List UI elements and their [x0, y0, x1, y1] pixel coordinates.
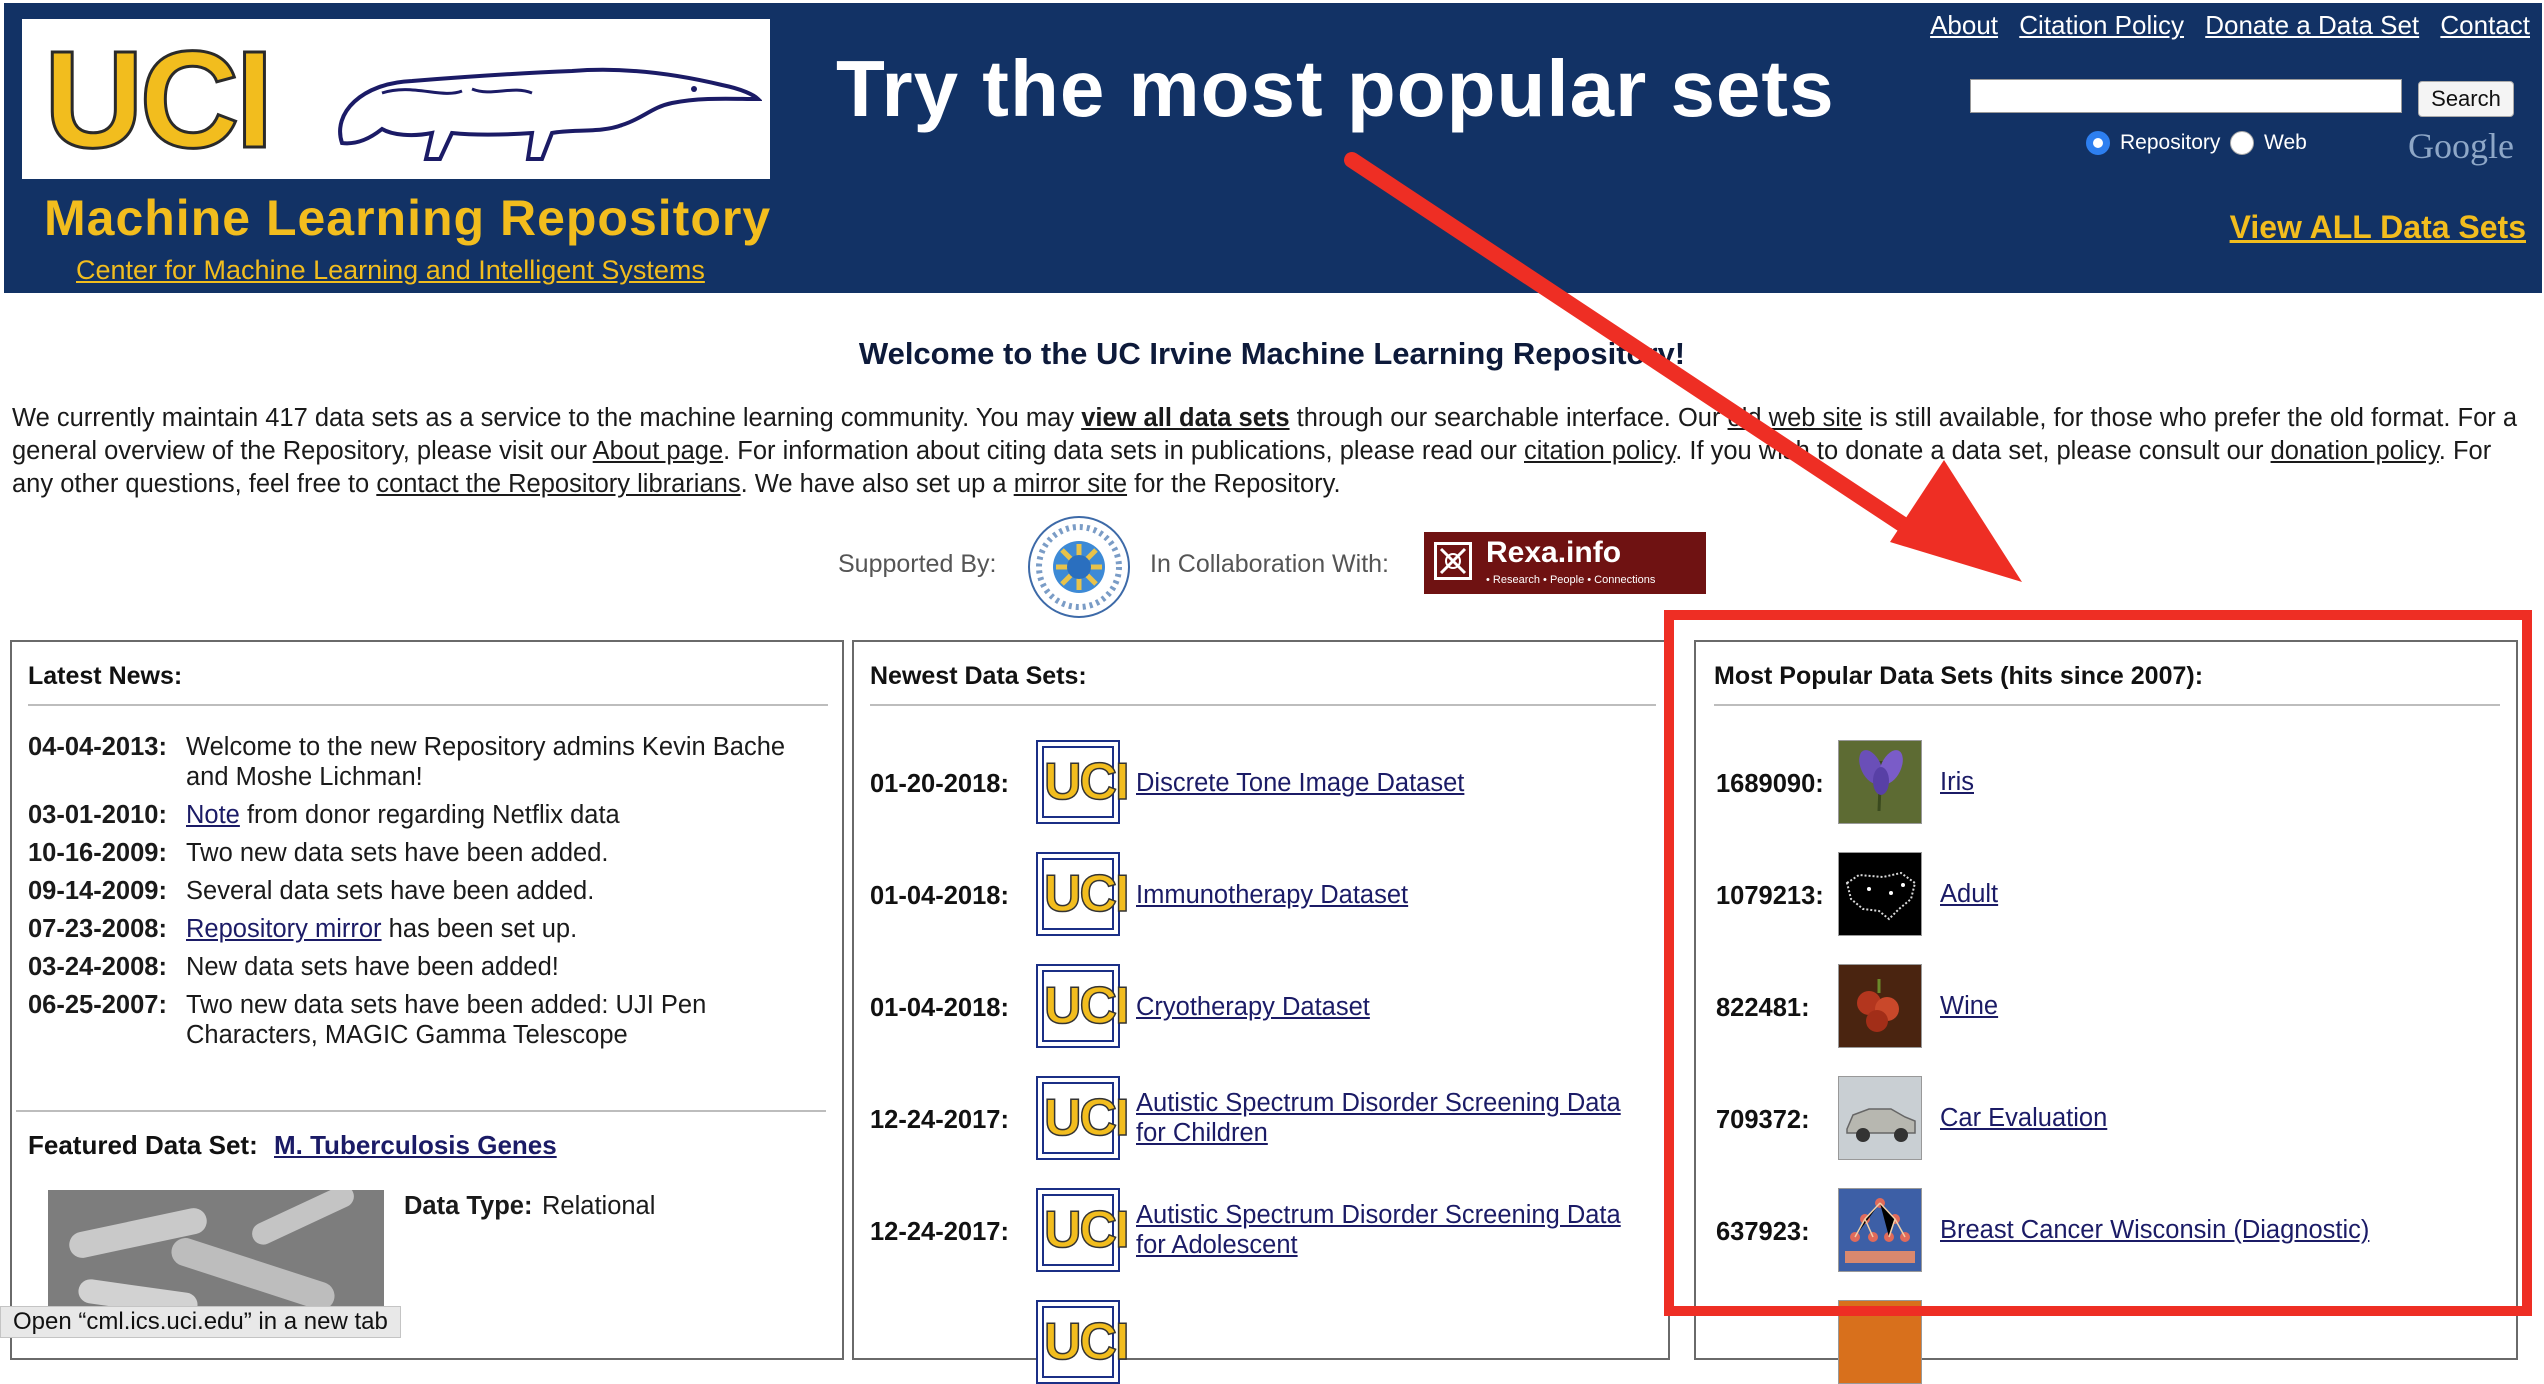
dataset-link[interactable]: Autistic Spectrum Disorder Screening Dat…: [1136, 1088, 1656, 1148]
intro-text: for the Repository.: [1127, 470, 1341, 498]
uci-dataset-icon[interactable]: UCI: [1036, 852, 1130, 936]
web-radio[interactable]: [2230, 131, 2254, 155]
rexa-mark-icon: [1434, 542, 1472, 580]
rexa-logo[interactable]: Rexa.info • Research • People • Connecti…: [1424, 532, 1706, 594]
search-input[interactable]: [1970, 79, 2402, 113]
news-text: Several data sets have been added.: [186, 877, 595, 905]
site-title: Machine Learning Repository: [44, 190, 772, 246]
uci-dataset-icon[interactable]: UCI: [1036, 1300, 1130, 1384]
dataset-date: 01-04-2018:: [870, 882, 1009, 910]
anteater-icon: [338, 67, 762, 161]
uci-icon-text: UCI: [1043, 752, 1130, 812]
google-logo: Google: [2408, 126, 2514, 166]
dataset-link[interactable]: Immunotherapy Dataset: [1136, 880, 1408, 910]
rexa-tagline: • Research • People • Connections: [1486, 574, 1656, 586]
featured-label: Featured Data Set:: [28, 1130, 258, 1160]
news-text: Repository mirror has been set up.: [186, 914, 826, 944]
news-text: Note from donor regarding Netflix data: [186, 800, 826, 830]
uci-logo[interactable]: UCI: [22, 19, 770, 179]
view-all-datasets-link[interactable]: View ALL Data Sets: [2230, 209, 2526, 246]
citation-policy-inline-link[interactable]: citation policy: [1524, 437, 1675, 465]
nsf-logo-icon[interactable]: [1026, 514, 1132, 620]
dataset-date: 01-04-2018:: [870, 994, 1009, 1022]
featured-dataset-link[interactable]: M. Tuberculosis Genes: [274, 1130, 557, 1161]
news-date: 09-14-2009:: [28, 877, 167, 905]
headline-annotation: Try the most popular sets: [836, 44, 1835, 133]
uci-dataset-icon[interactable]: UCI: [1036, 740, 1130, 824]
collaboration-label: In Collaboration With:: [1150, 550, 1390, 578]
uci-icon-text: UCI: [1043, 1088, 1130, 1148]
intro-text: through our searchable interface. Our: [1289, 404, 1728, 432]
news-text: Two new data sets have been added.: [186, 839, 609, 867]
dataset-link[interactable]: Cryotherapy Dataset: [1136, 992, 1370, 1022]
uci-icon-text: UCI: [1043, 864, 1130, 924]
intro-text: . If you wish to donate a data set, plea…: [1675, 437, 2271, 465]
news-date: 04-04-2013:: [28, 733, 167, 761]
dataset-link[interactable]: Autistic Spectrum Disorder Screening Dat…: [1136, 1200, 1656, 1260]
citation-policy-link[interactable]: Citation Policy: [2019, 10, 2184, 40]
center-link[interactable]: Center for Machine Learning and Intellig…: [76, 255, 705, 286]
intro-text: . For information about citing data sets…: [723, 437, 1524, 465]
uci-icon-text: UCI: [1043, 1312, 1130, 1372]
dataset-date: 12-24-2017:: [870, 1218, 1009, 1246]
top-nav: About Citation Policy Donate a Data Set …: [1916, 10, 2530, 41]
repository-radio[interactable]: [2086, 131, 2110, 155]
news-text: Welcome to the new Repository admins Kev…: [186, 733, 786, 791]
site-header: UCI Machine Learning Repository Center f…: [4, 3, 2542, 293]
contact-link[interactable]: Contact: [2440, 10, 2530, 40]
popular-highlight-box: [1664, 610, 2532, 1316]
dataset-date: 01-20-2018:: [870, 770, 1009, 798]
news-text: New data sets have been added!: [186, 953, 559, 981]
search-button[interactable]: Search: [2418, 81, 2514, 117]
news-text: Two new data sets have been added: UJI P…: [186, 991, 707, 1049]
web-radio-label: Web: [2264, 131, 2307, 154]
status-bar-tooltip: Open “cml.ics.uci.edu” in a new tab: [0, 1306, 401, 1338]
latest-news-title: Latest News:: [28, 662, 183, 690]
divider: [870, 704, 1656, 706]
intro-text: We currently maintain 417 data sets as a…: [12, 404, 1082, 432]
news-note-link[interactable]: Note: [186, 801, 240, 829]
about-link[interactable]: About: [1930, 10, 1998, 40]
donation-policy-link[interactable]: donation policy: [2271, 437, 2439, 465]
contact-librarians-link[interactable]: contact the Repository librarians: [376, 470, 740, 498]
news-text-rest: from donor regarding Netflix data: [239, 801, 620, 829]
news-date: 10-16-2009:: [28, 839, 167, 867]
intro-text: . We have also set up a: [740, 470, 1014, 498]
about-page-link[interactable]: About page: [593, 437, 723, 465]
data-type-value: Relational: [542, 1192, 656, 1220]
dataset-date: 12-24-2017:: [870, 1106, 1009, 1134]
donate-link[interactable]: Donate a Data Set: [2205, 10, 2419, 40]
news-date: 07-23-2008:: [28, 915, 167, 943]
news-date: 06-25-2007:: [28, 991, 167, 1019]
uci-dataset-icon[interactable]: UCI: [1036, 964, 1130, 1048]
logo-text: UCI: [43, 23, 276, 177]
uci-dataset-icon[interactable]: UCI: [1036, 1188, 1130, 1272]
supported-by-label: Supported By:: [838, 550, 997, 578]
divider: [16, 1110, 826, 1112]
newest-datasets-title: Newest Data Sets:: [870, 662, 1087, 690]
news-text-rest: has been set up.: [381, 915, 578, 943]
data-type-label: Data Type:: [404, 1192, 533, 1220]
intro-paragraph: We currently maintain 417 data sets as a…: [12, 402, 2522, 501]
repository-mirror-link[interactable]: Repository mirror: [186, 915, 382, 943]
divider: [28, 704, 828, 706]
repository-radio-label: Repository: [2120, 131, 2221, 154]
uci-dataset-icon[interactable]: UCI: [1036, 1076, 1130, 1160]
view-all-data-sets-link[interactable]: view all data sets: [1081, 404, 1289, 432]
dataset-link[interactable]: Discrete Tone Image Dataset: [1136, 768, 1464, 798]
old-web-site-link[interactable]: old web site: [1728, 404, 1863, 432]
news-date: 03-01-2010:: [28, 801, 167, 829]
uci-icon-text: UCI: [1043, 1200, 1130, 1260]
rexa-name: Rexa.info: [1486, 536, 1622, 569]
uci-icon-text: UCI: [1043, 976, 1130, 1036]
mirror-site-link[interactable]: mirror site: [1014, 470, 1127, 498]
welcome-title: Welcome to the UC Irvine Machine Learnin…: [858, 336, 1686, 371]
news-date: 03-24-2008:: [28, 953, 167, 981]
